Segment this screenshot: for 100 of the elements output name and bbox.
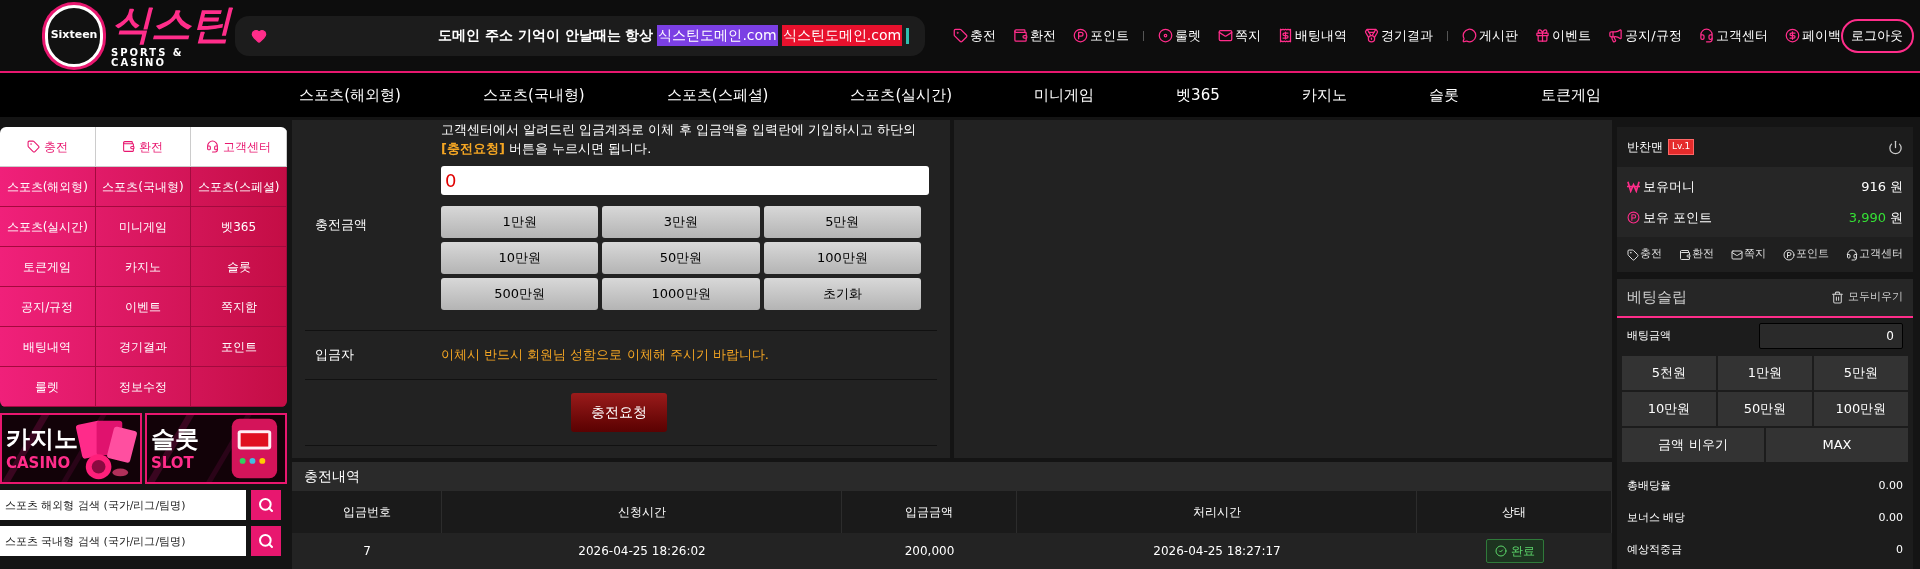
logout-button[interactable]: 로그아웃 — [1840, 18, 1914, 53]
account-link[interactable]: 충전 — [1627, 246, 1662, 263]
stat-value: 0.00 — [1878, 509, 1903, 526]
nav-link[interactable]: 스포츠(해외형) — [299, 83, 401, 107]
account-link[interactable]: 고객센터 — [1846, 246, 1903, 263]
header-link[interactable]: 환전 — [1013, 25, 1057, 46]
nav-link[interactable]: 카지노 — [1301, 83, 1347, 107]
sidebar-menu-item[interactable]: 슬롯 — [191, 247, 287, 287]
bet-amount-button[interactable]: 10만원 — [1622, 392, 1716, 426]
table-cell-text: 200,000 — [903, 543, 956, 560]
header-link[interactable]: 공지/규정 — [1608, 25, 1682, 46]
banner[interactable]: 카지노 CASINO — [0, 413, 142, 484]
amount-button[interactable]: 100만원 — [763, 242, 921, 274]
banner[interactable]: 슬롯 SLOT — [145, 413, 287, 484]
sidebar-menu-item[interactable]: 카지노 — [95, 247, 192, 287]
search-icon — [258, 533, 274, 549]
headset-icon — [1698, 28, 1714, 43]
account-link[interactable]: 쪽지 — [1731, 246, 1766, 263]
logo-subtitle: SPORTS & CASINO — [111, 47, 185, 68]
amount-button[interactable]: 1000만원 — [602, 278, 760, 310]
amount-button[interactable]: 5만원 — [763, 206, 921, 238]
sidebar-menu-item[interactable]: 벳365 — [191, 207, 287, 247]
amount-label: 충전금액 — [314, 216, 368, 235]
sidebar-menu-item[interactable]: 토큰게임 — [0, 247, 96, 287]
power-icon[interactable] — [1888, 139, 1903, 155]
bet-amount-button[interactable]: 5만원 — [1814, 356, 1908, 390]
amount-button[interactable]: 초기화 — [763, 278, 921, 310]
bet-action-button[interactable]: 금액 비우기 — [1622, 428, 1764, 462]
sidebar-menu-item[interactable]: 스포츠(국내형) — [95, 167, 192, 207]
nav-link[interactable]: 토큰게임 — [1540, 83, 1601, 107]
account-link[interactable]: 환전 — [1679, 246, 1714, 263]
search-field[interactable]: 스포츠 해외형 검색 (국가/리그/팀명) — [0, 490, 246, 520]
table-cell-text: 7 — [362, 543, 372, 560]
balance-value: 916 — [1861, 177, 1886, 196]
header-link[interactable]: 룰렛 — [1158, 25, 1202, 46]
nav-link[interactable]: 스포츠(실시간) — [850, 83, 953, 107]
amount-input[interactable]: 0 — [441, 166, 929, 195]
bet-amount-button[interactable]: 5천원 — [1622, 356, 1716, 390]
bet-amount-button[interactable]: 50만원 — [1718, 392, 1812, 426]
nav-link[interactable]: 스포츠(국내형) — [482, 83, 585, 107]
nav-link[interactable]: 미니게임 — [1034, 83, 1095, 107]
amount-button[interactable]: 1만원 — [441, 206, 599, 238]
search-icon — [258, 497, 274, 513]
bet-amount-label: 배팅금액 — [1627, 327, 1671, 344]
sidebar-menu-item[interactable]: 룰렛 — [0, 367, 96, 407]
header-link[interactable]: 경기결과 — [1364, 25, 1434, 46]
header-link[interactable]: 게시판 — [1462, 25, 1519, 46]
wallet-icon — [122, 140, 136, 153]
submit-button[interactable]: 충전요청 — [571, 393, 667, 432]
sidebar-menu-item[interactable]: 미니게임 — [95, 207, 192, 247]
chat-icon — [1462, 28, 1478, 43]
nav-link[interactable]: 스포츠(스페셜) — [666, 83, 769, 107]
bet-slip-title: 베팅슬립 — [1627, 287, 1687, 309]
heart-icon — [250, 27, 267, 44]
amount-button[interactable]: 50만원 — [602, 242, 760, 274]
sidebar-menu-item[interactable]: 쪽지함 — [191, 287, 287, 327]
sidebar-menu-item[interactable]: 경기결과 — [95, 327, 192, 367]
sidebar-menu-item[interactable]: 공지/규정 — [0, 287, 96, 327]
header-link[interactable]: 페이백 — [1784, 25, 1841, 46]
nav-link[interactable]: 슬롯 — [1428, 83, 1459, 107]
depositor-label: 입금자 — [314, 346, 355, 365]
header-link[interactable]: 배팅내역 — [1278, 25, 1348, 46]
bet-amount-button[interactable]: 100만원 — [1814, 392, 1908, 426]
sidebar-menu-item[interactable]: 정보수정 — [95, 367, 192, 407]
point-icon — [1627, 211, 1640, 224]
bet-amount-input[interactable]: 0 — [1759, 323, 1903, 349]
disc-icon — [1158, 28, 1174, 43]
header-link[interactable]: 쪽지 — [1218, 25, 1262, 46]
header-link[interactable]: 이벤트 — [1535, 25, 1592, 46]
gift-icon — [1535, 28, 1551, 43]
balance-value: 3,990 — [1848, 208, 1886, 227]
sidebar-menu-item[interactable]: 포인트 — [191, 327, 287, 367]
amount-button[interactable]: 10만원 — [441, 242, 599, 274]
mail-icon — [1731, 248, 1743, 261]
amount-button[interactable]: 500만원 — [441, 278, 599, 310]
search-field[interactable]: 스포츠 국내형 검색 (국가/리그/팀명) — [0, 526, 246, 556]
nav-link[interactable]: 벳365 — [1176, 83, 1220, 107]
banner-title: 카지노 — [6, 424, 79, 455]
mail-icon — [1218, 28, 1234, 43]
header-link[interactable]: 충전 — [953, 25, 997, 46]
logo-title: 식스틴 — [111, 3, 234, 44]
amount-button[interactable]: 3만원 — [602, 206, 760, 238]
sidebar-menu-item[interactable]: 배팅내역 — [0, 327, 96, 367]
clear-all-link[interactable]: 모두비우기 — [1831, 289, 1903, 306]
account-link[interactable]: 포인트 — [1783, 246, 1829, 263]
bet-amount-button[interactable]: 1만원 — [1718, 356, 1812, 390]
tag-icon — [953, 28, 969, 43]
logo-badge: Sixteen — [45, 4, 104, 67]
header-link[interactable]: 포인트 — [1073, 25, 1130, 46]
header-link[interactable]: 고객센터 — [1698, 25, 1768, 46]
sidebar-menu-item[interactable]: 스포츠(실시간) — [0, 207, 96, 247]
domain-highlight: 식스틴도메인.com — [781, 25, 903, 46]
search-button[interactable] — [251, 490, 281, 520]
banner-subtitle: SLOT — [151, 454, 195, 473]
sidebar-menu-item[interactable]: 이벤트 — [95, 287, 192, 327]
sidebar-menu-item[interactable]: 스포츠(해외형) — [0, 167, 96, 207]
bet-action-button[interactable]: MAX — [1766, 428, 1908, 462]
sidebar-menu-item[interactable]: 스포츠(스페셜) — [191, 167, 287, 207]
level-badge: Lv.1 — [1668, 139, 1695, 155]
search-button[interactable] — [251, 526, 281, 556]
